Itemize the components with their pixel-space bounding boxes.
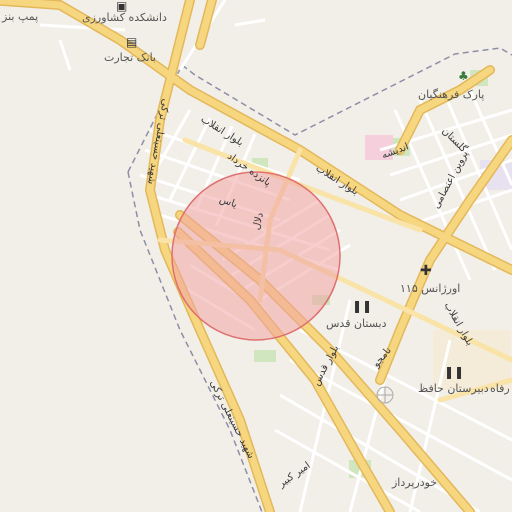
tree-icon: ♣ — [458, 69, 469, 83]
school-icon: ❚❚ — [352, 299, 373, 313]
khodropardaz-label[interactable]: خودرپرداز — [392, 476, 437, 489]
rafah-label[interactable]: رفاه — [490, 382, 510, 395]
high-school-icon: ❚❚ — [444, 365, 465, 379]
cultural-park-label[interactable]: پارک فرهنگیان — [418, 88, 484, 101]
search-radius-circle[interactable] — [171, 171, 341, 341]
hafez-high-school-label[interactable]: دبیرستان حافظ — [418, 382, 489, 395]
bank-icon: ▤ — [126, 35, 138, 49]
tejarat-bank-label[interactable]: بانک تجارت — [104, 51, 156, 64]
pump-label: پمپ بنز — [2, 10, 39, 23]
viewpoint-icon — [376, 386, 394, 404]
agri-university-label[interactable]: دانشکده کشاورزی — [82, 11, 167, 24]
hospital-cross-icon: ✚ — [420, 263, 432, 279]
map-canvas[interactable]: پمپ بنز ▣ دانشکده کشاورزی ▤ بانک تجارت ب… — [0, 0, 512, 512]
quds-school-label[interactable]: دبستان قدس — [326, 317, 386, 330]
emergency-115-label[interactable]: اورژانس ۱۱۵ — [400, 282, 460, 295]
map-layer — [0, 0, 512, 512]
